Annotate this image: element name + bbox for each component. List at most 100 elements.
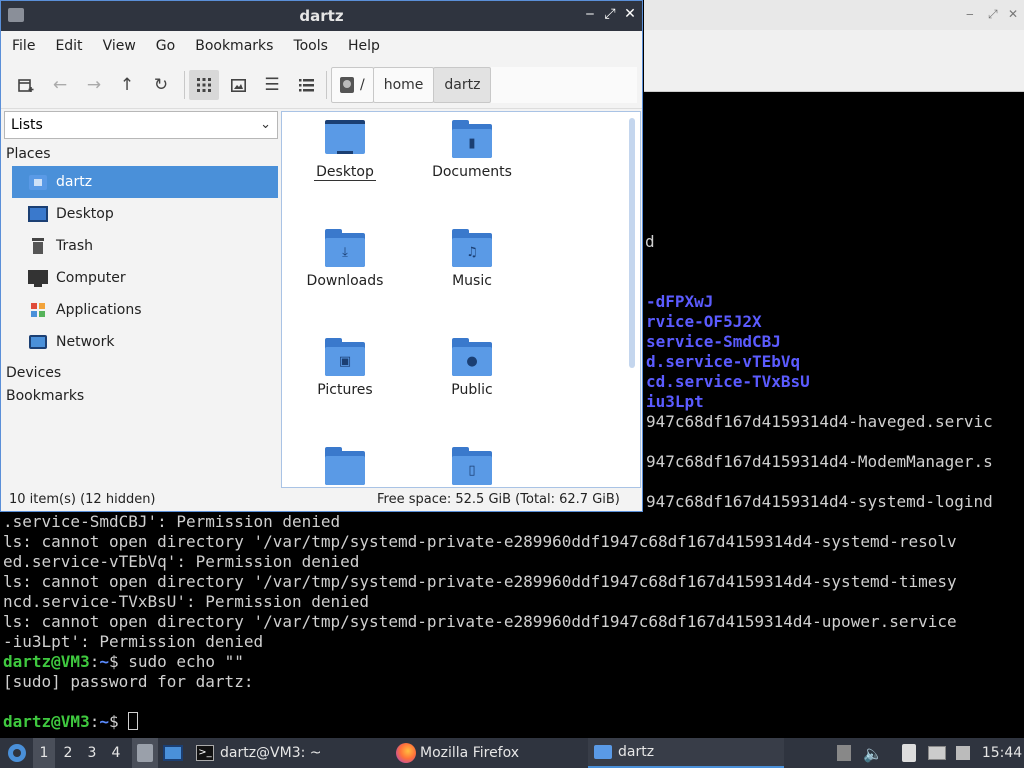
thumbnail-view-icon[interactable] [223,70,253,100]
sidebar-item-dartz[interactable]: dartz [12,166,278,198]
side-pane: Lists ⌄ Places dartz Desktop Trash Compu… [4,111,278,486]
terminal-line: 947c68df167d4159314d4-ModemManager.s [646,452,993,471]
workspace-4[interactable]: 4 [105,738,127,768]
menu-go[interactable]: Go [149,38,182,54]
status-bar: 10 item(s) (12 hidden) Free space: 52.5 … [1,489,642,511]
sidebar-item-label: Trash [56,238,93,254]
file-item-desktop[interactable]: Desktop [285,120,405,181]
sidebar-item-applications[interactable]: Applications [12,294,278,326]
network-tray-icon[interactable] [927,738,947,768]
workspace-2[interactable]: 2 [57,738,79,768]
menu-tools[interactable]: Tools [286,38,335,54]
minimize-icon[interactable]: ‒ [581,6,599,22]
path-crumb-home[interactable]: home [372,67,435,103]
menu-edit[interactable]: Edit [48,38,89,54]
sidebar-item-trash[interactable]: Trash [12,230,278,262]
file-item-label: Documents [432,164,512,180]
terminal-menubar [644,30,1024,92]
sidebar-item-desktop[interactable]: Desktop [12,198,278,230]
task-terminal[interactable]: >_ dartz@VM3: ~ [190,738,390,768]
side-pane-mode-label: Lists [11,117,43,133]
task-file-manager[interactable]: dartz [588,738,784,768]
devices-header: Devices [6,365,62,381]
file-item-music[interactable]: ♫ Music [412,229,532,289]
workspace-3[interactable]: 3 [81,738,103,768]
public-folder-icon: ● [452,338,492,376]
up-icon[interactable]: ↑ [112,70,142,100]
file-manager-titlebar[interactable]: dartz ‒ ⤢ ✕ [1,1,642,31]
terminal-titlebar[interactable]: ‒ ⤢ ✕ [644,0,1024,30]
bookmarks-header: Bookmarks [6,388,85,404]
app-menu-button[interactable] [4,738,30,768]
terminal-line: ed.service-vTEbVq': Permission denied [3,552,360,571]
back-icon[interactable]: ← [45,70,75,100]
applications-icon [28,300,48,320]
file-manager-launcher[interactable] [132,738,158,768]
sidebar-item-label: dartz [56,174,93,190]
file-item-documents[interactable]: ▮ Documents [412,120,532,180]
close-icon[interactable]: ✕ [621,6,639,22]
trash-launcher-icon [137,744,153,762]
terminal-icon: >_ [196,745,214,761]
path-crumb-dartz[interactable]: dartz [433,67,492,103]
desktop-icon [28,204,48,224]
folder-icon [594,745,612,759]
sidebar-item-computer[interactable]: Computer [12,262,278,294]
workspace-1[interactable]: 1 [33,738,55,768]
maximize-icon[interactable]: ⤢ [601,6,619,22]
task-firefox[interactable]: Mozilla Firefox [390,738,586,768]
trash-icon [28,236,48,256]
sidebar-item-label: Applications [56,302,142,318]
pictures-folder-icon: ▣ [325,338,365,376]
prompt-user: dartz@VM3 [3,652,90,671]
home-folder-icon [28,172,48,192]
menu-view[interactable]: View [96,38,143,54]
documents-folder-icon: ▮ [452,120,492,158]
icon-view-icon[interactable] [189,70,219,100]
file-manager-window[interactable]: dartz ‒ ⤢ ✕ File Edit View Go Bookmarks … [0,0,643,512]
menu-file[interactable]: File [5,38,42,54]
path-root-label: / [360,77,365,93]
volume-icon[interactable]: 🔈 [862,738,884,768]
terminal-line: .service-SmdCBJ': Permission denied [3,512,341,531]
clock[interactable]: 15:44 [982,738,1022,768]
path-root-button[interactable]: / [331,67,374,103]
sidebar-item-network[interactable]: Network [12,326,278,358]
terminal-line: service-SmdCBJ [646,332,781,351]
folder-icon [325,447,365,485]
sidebar-item-label: Desktop [56,206,114,222]
close-icon[interactable]: ✕ [1008,7,1018,21]
toolbar-separator [184,71,185,99]
detailed-list-icon[interactable] [291,70,321,100]
terminal-line: -iu3Lpt': Permission denied [3,632,264,651]
clipboard-icon[interactable] [898,738,920,768]
file-item[interactable] [285,447,405,487]
reload-icon[interactable]: ↻ [146,70,176,100]
notification-icon[interactable] [953,738,973,768]
compact-view-icon[interactable]: ☰ [257,70,287,100]
downloads-folder-icon: ⤓ [325,229,365,267]
terminal-line: cd.service-TVxBsU [646,372,810,391]
prompt-path: ~ [99,712,109,731]
vertical-scrollbar[interactable] [629,118,635,368]
sidebar-item-label: Network [56,334,115,350]
menu-bookmarks[interactable]: Bookmarks [188,38,280,54]
start-menu-icon [8,744,26,762]
file-item-public[interactable]: ● Public [412,338,532,398]
forward-icon[interactable]: → [79,70,109,100]
file-item-downloads[interactable]: ⤓ Downloads [285,229,405,289]
maximize-icon[interactable]: ⤢ [988,7,998,22]
desktop-folder-icon [325,120,365,158]
prompt-user: dartz@VM3 [3,712,90,731]
show-desktop-button[interactable] [162,738,184,768]
menu-help[interactable]: Help [341,38,387,54]
file-icon-view[interactable]: Desktop ▮ Documents ⤓ Downloads ♫ Music … [281,111,641,488]
new-tab-icon[interactable] [11,70,41,100]
task-label: dartz [618,744,655,760]
file-item[interactable]: ▯ [412,447,532,487]
side-pane-mode-select[interactable]: Lists ⌄ [4,111,278,139]
minimize-icon[interactable]: ‒ [966,7,974,21]
file-item-pictures[interactable]: ▣ Pictures [285,338,405,398]
tray-updates-icon[interactable] [834,738,854,768]
terminal-prompt-line: dartz@VM3:~$ [3,712,139,732]
